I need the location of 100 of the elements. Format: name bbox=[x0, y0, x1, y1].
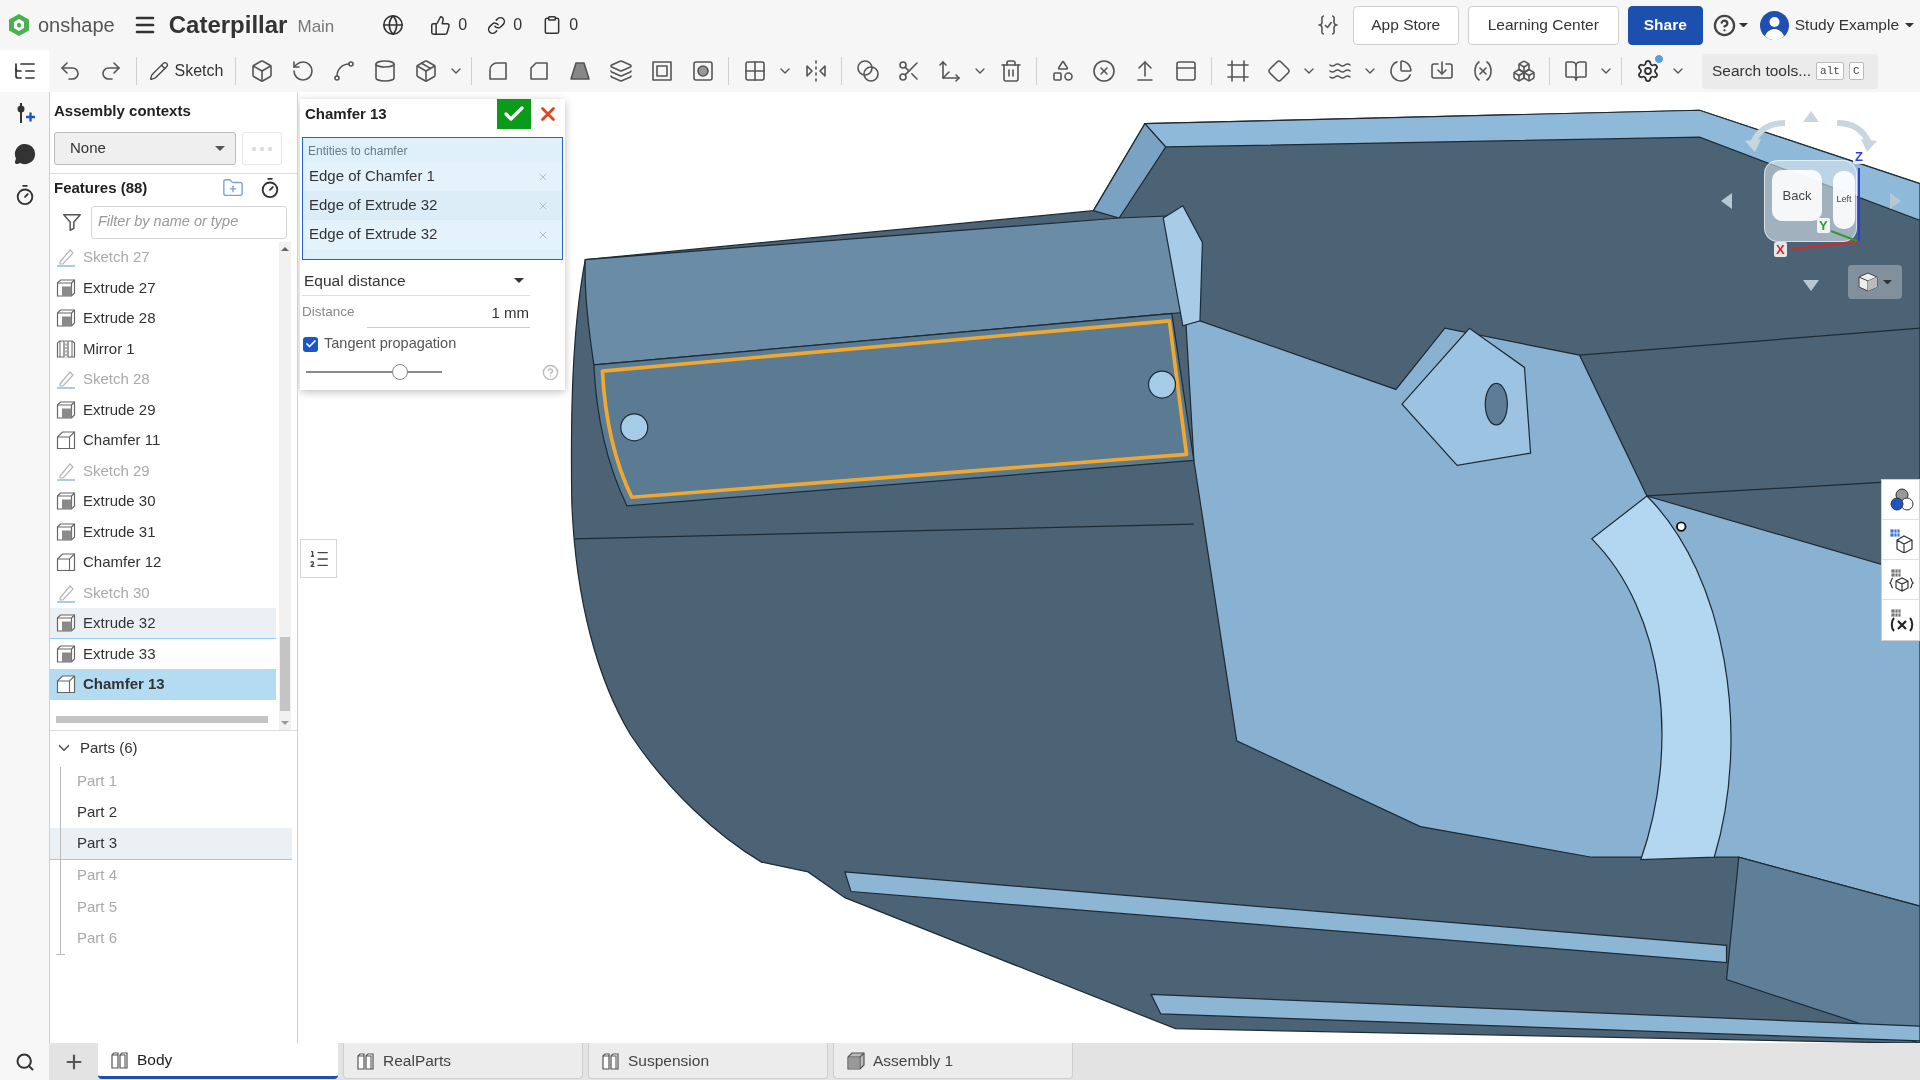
caret-icon[interactable] bbox=[1738, 22, 1748, 28]
feature-item[interactable]: Extrude 33 bbox=[50, 638, 276, 669]
cube-face[interactable]: Left bbox=[1833, 171, 1855, 229]
entity-item[interactable]: Edge of Extrude 32 bbox=[303, 220, 562, 249]
circle-x-icon[interactable] bbox=[1091, 59, 1116, 83]
scroll-up-icon[interactable] bbox=[281, 247, 289, 251]
part-item[interactable]: Part 2 bbox=[50, 796, 292, 828]
view-mode-button[interactable] bbox=[1848, 265, 1902, 299]
document-tab[interactable]: Suspension bbox=[588, 1043, 828, 1079]
cube-icon[interactable] bbox=[249, 59, 274, 83]
folder-plus-icon[interactable] bbox=[222, 177, 244, 199]
comment-icon[interactable] bbox=[13, 143, 36, 165]
shapes-icon[interactable] bbox=[1050, 59, 1075, 83]
gear-icon[interactable] bbox=[1635, 59, 1660, 83]
header-button[interactable]: Learning Center bbox=[1467, 5, 1619, 45]
logo-icon[interactable] bbox=[8, 13, 30, 37]
feature-item[interactable]: Chamfer 12 bbox=[50, 547, 276, 578]
box-icon bbox=[56, 308, 76, 329]
section-title: Features (88) bbox=[54, 177, 148, 198]
counter-button[interactable]: 0 bbox=[487, 13, 523, 37]
link-icon[interactable] bbox=[487, 15, 507, 35]
scrollbar[interactable] bbox=[279, 242, 291, 730]
search-tools-button[interactable]: Search tools... alt C bbox=[1702, 53, 1878, 89]
package-icon[interactable] bbox=[413, 59, 438, 83]
move-3d-icon[interactable] bbox=[937, 59, 962, 83]
distance-field[interactable]: 1 mm bbox=[367, 300, 530, 328]
counter-button[interactable]: 0 bbox=[542, 13, 579, 37]
cancel-button[interactable] bbox=[531, 99, 565, 129]
box-icon bbox=[56, 277, 76, 298]
box-icon bbox=[56, 521, 76, 542]
feature-item[interactable]: Mirror 1 bbox=[50, 333, 276, 364]
curved-arrow-icon[interactable] bbox=[1745, 119, 1787, 152]
globe-icon[interactable] bbox=[382, 14, 405, 36]
rotate-icon[interactable] bbox=[290, 59, 315, 83]
thumbs-up-icon[interactable] bbox=[430, 14, 452, 36]
slot-hole bbox=[1484, 382, 1508, 426]
document-tab[interactable]: Assembly 1 bbox=[833, 1043, 1073, 1079]
arrow-down-icon[interactable] bbox=[1803, 280, 1819, 291]
caret-icon[interactable] bbox=[514, 278, 524, 283]
chamfer-type-dropdown[interactable]: Equal distance bbox=[302, 266, 530, 296]
user-menu[interactable]: Study Example bbox=[1759, 10, 1914, 40]
slider-track[interactable] bbox=[306, 364, 442, 380]
scissors-icon[interactable] bbox=[896, 59, 921, 83]
feature-item[interactable]: Extrude 27 bbox=[50, 272, 276, 303]
list-button[interactable] bbox=[300, 539, 337, 578]
boxes-icon[interactable] bbox=[1511, 59, 1536, 83]
panel-icon[interactable] bbox=[1173, 59, 1198, 83]
part-item[interactable]: Part 3 bbox=[50, 828, 292, 860]
trapezoid-icon[interactable] bbox=[567, 59, 592, 83]
entities-field[interactable]: Entities to chamfer Edge of Chamfer 1 Edge of Extrude 32 Edge of Extrude 32 bbox=[302, 137, 563, 260]
book-icon[interactable] bbox=[1563, 59, 1588, 83]
feature-item[interactable]: Chamfer 11 bbox=[50, 425, 276, 456]
curve-icon[interactable] bbox=[331, 59, 356, 83]
help-button[interactable] bbox=[1712, 13, 1748, 37]
context-select[interactable]: None bbox=[54, 132, 236, 165]
counter-button[interactable]: 0 bbox=[430, 13, 468, 37]
shortcut-key: C bbox=[1848, 62, 1864, 80]
feature-item[interactable]: Extrude 30 bbox=[50, 486, 276, 517]
sketch-button[interactable]: Sketch bbox=[142, 53, 230, 89]
caret-icon[interactable] bbox=[215, 146, 225, 151]
cube-grid-icon[interactable] bbox=[1887, 526, 1914, 553]
point-icon[interactable] bbox=[1676, 521, 1687, 532]
filter-icon[interactable] bbox=[61, 211, 83, 233]
box-icon bbox=[56, 643, 76, 664]
stopwatch-icon[interactable] bbox=[259, 177, 281, 199]
table-cube-icon[interactable] bbox=[1887, 566, 1914, 593]
confirm-button[interactable] bbox=[497, 99, 531, 129]
document-tab[interactable]: RealParts bbox=[343, 1043, 583, 1079]
cube-face[interactable]: Back bbox=[1772, 170, 1822, 221]
overlapping-circles-icon[interactable] bbox=[855, 59, 880, 83]
feature-item[interactable]: Extrude 29 bbox=[50, 394, 276, 425]
feature-item[interactable]: Extrude 31 bbox=[50, 516, 276, 547]
slider-thumb[interactable] bbox=[391, 364, 408, 380]
diamond-icon[interactable] bbox=[1266, 59, 1291, 83]
table-variable-icon[interactable] bbox=[1887, 607, 1914, 633]
feature-item[interactable]: Extrude 32 bbox=[50, 608, 276, 639]
parts-header[interactable]: Parts (6) bbox=[50, 731, 138, 765]
nested-squares-icon[interactable] bbox=[649, 59, 674, 83]
pie-chart-icon[interactable] bbox=[1388, 59, 1413, 83]
checkbox[interactable] bbox=[303, 336, 318, 352]
arrow-left-icon[interactable] bbox=[1721, 193, 1732, 209]
braces-check-icon[interactable] bbox=[1315, 13, 1340, 37]
header-button[interactable]: App Store bbox=[1352, 5, 1459, 45]
layers-icon[interactable] bbox=[608, 59, 633, 83]
trash-icon[interactable] bbox=[998, 59, 1023, 83]
search-icon[interactable] bbox=[14, 1051, 35, 1072]
feature-item[interactable]: Extrude 28 bbox=[50, 303, 276, 334]
frame-icon[interactable] bbox=[1225, 59, 1250, 83]
cylinder-icon[interactable] bbox=[372, 59, 397, 83]
grid-icon[interactable] bbox=[742, 59, 767, 83]
document-tab[interactable]: Body bbox=[98, 1043, 338, 1079]
scrollbar-thumb[interactable] bbox=[56, 716, 268, 723]
entity-item[interactable]: Edge of Chamfer 1 bbox=[303, 162, 562, 191]
feature-item[interactable]: Chamfer 13 bbox=[50, 669, 276, 700]
header-button[interactable]: Share bbox=[1627, 5, 1703, 45]
axis-label: X bbox=[1774, 242, 1787, 257]
mirror-icon[interactable] bbox=[803, 59, 828, 83]
caret-icon[interactable] bbox=[1905, 22, 1914, 28]
scrollbar-thumb[interactable] bbox=[280, 637, 290, 711]
circles-icon[interactable] bbox=[1887, 486, 1914, 513]
